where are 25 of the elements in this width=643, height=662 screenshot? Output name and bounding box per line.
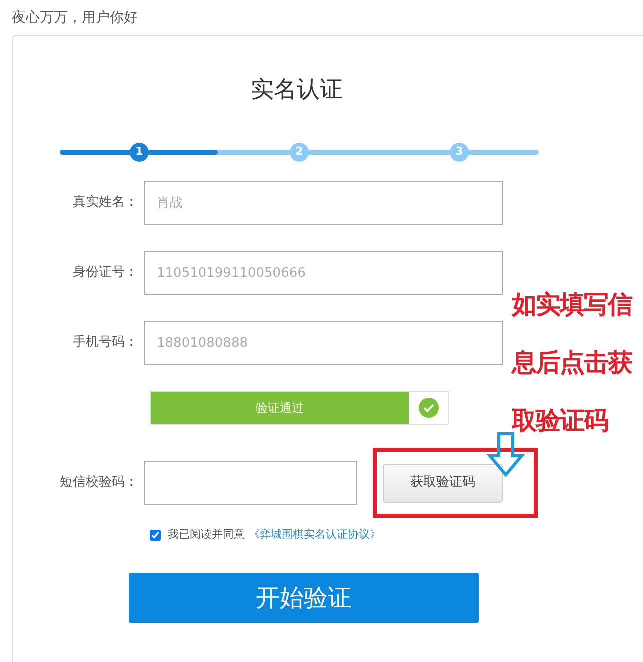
field-label: 身份证号：: [72, 264, 139, 282]
annotation-text: 如实填写信: [512, 289, 632, 321]
start-verify-button[interactable]: 开始验证: [129, 572, 479, 622]
agreement-text: 我已阅读并同意: [168, 527, 245, 543]
field-label: 真实姓名：: [72, 194, 139, 212]
field-label: 短信校验码：: [59, 474, 139, 492]
get-code-button[interactable]: 获取验证码: [383, 464, 503, 502]
check-icon: [418, 398, 438, 418]
input-field[interactable]: 110510199110050666: [144, 251, 503, 295]
annotation-text: 取验证码: [512, 405, 610, 437]
down-arrow-icon: [487, 432, 525, 478]
agree-checkbox[interactable]: [150, 530, 161, 541]
verify-status: 验证通过: [151, 392, 409, 424]
step-marker: 3: [450, 143, 469, 162]
step-marker: 2: [290, 143, 309, 162]
field-label: 手机号码：: [72, 334, 139, 352]
verify-slider[interactable]: 验证通过: [150, 391, 449, 425]
input-field[interactable]: 18801080888: [144, 321, 503, 365]
step-marker: 1: [130, 143, 149, 162]
greeting-text: 夜心万万，用户你好: [12, 9, 139, 28]
agreement-link[interactable]: 《弈城围棋实名认证协议》: [249, 527, 381, 544]
page-title: 实名认证: [250, 76, 344, 105]
input-field[interactable]: 肖战: [144, 181, 503, 225]
input-field[interactable]: [144, 461, 357, 505]
annotation-text: 息后点击获: [512, 347, 632, 379]
